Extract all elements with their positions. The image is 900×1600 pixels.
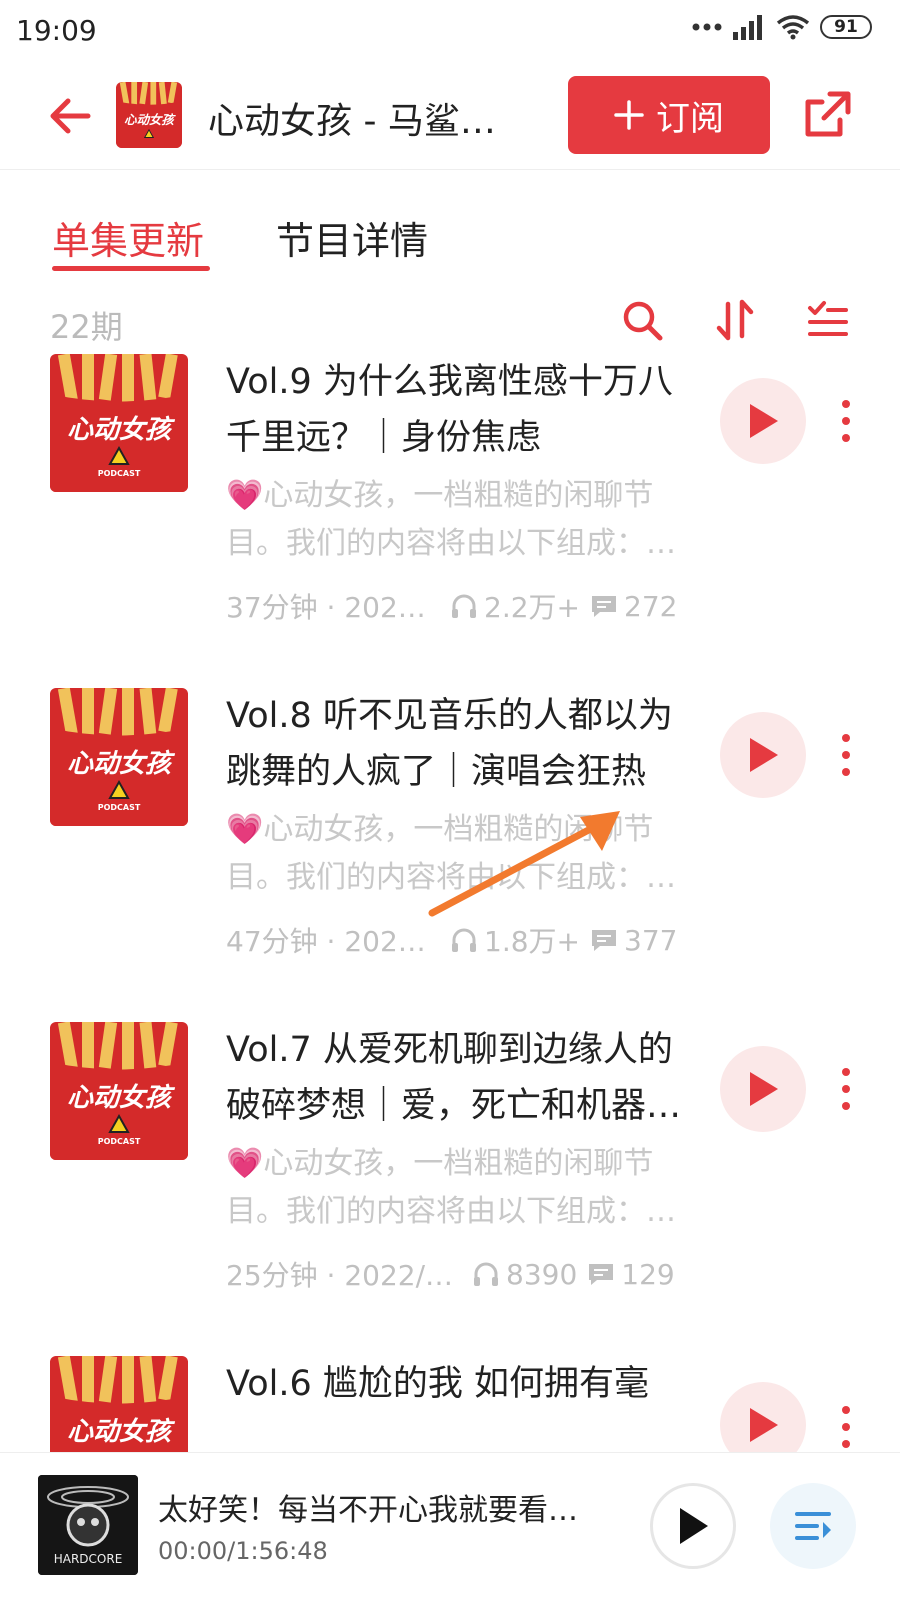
checklist-icon <box>808 301 848 336</box>
episode-description: 💗心动女孩，一档粗糙的闲聊节目。我们的内容将由以下组成：… <box>226 812 676 895</box>
episode-item[interactable]: 心动女孩 PODCAST Vol.9 为什么我离性感十万八千里远？｜身份焦虑 💗… <box>0 354 900 694</box>
subscribe-button[interactable]: 订阅 <box>568 76 770 154</box>
sort-icon <box>716 299 754 341</box>
more-dots-icon <box>692 23 722 31</box>
tab-details[interactable]: 节目详情 <box>276 210 428 265</box>
search-icon <box>623 301 663 341</box>
episode-duration: 47分钟 · 2022… <box>226 925 438 958</box>
svg-text:PODCAST: PODCAST <box>98 469 141 478</box>
plus-icon <box>614 100 644 130</box>
batch-select-button[interactable] <box>806 298 850 342</box>
podcast-episodes-page: 19:09 91 心动女孩 心动女孩 - 马鲨… 订阅 单集更新 节目详情 22… <box>0 0 900 1600</box>
episode-cover: 心动女孩 PODCAST <box>50 1022 188 1160</box>
signal-icon <box>733 15 762 40</box>
episode-item[interactable]: 心动女孩 PODCAST Vol.7 从爱死机聊到边缘人的破碎梦想｜爱，死亡和机… <box>0 1022 900 1362</box>
subscribe-label: 订阅 <box>656 98 724 139</box>
active-tab-indicator <box>52 266 210 271</box>
status-time: 19:09 <box>16 14 97 47</box>
svg-text:心动女孩: 心动女孩 <box>67 1083 176 1113</box>
svg-text:HARDCORE: HARDCORE <box>54 1552 123 1566</box>
play-icon <box>750 404 778 438</box>
headphones-icon <box>452 594 476 618</box>
svg-text:心动女孩: 心动女孩 <box>67 749 176 779</box>
episode-meta: 25分钟 · 2022/… 8390 129 <box>226 1252 696 1296</box>
sort-button[interactable] <box>714 298 758 342</box>
svg-text:心动女孩: 心动女孩 <box>124 112 176 127</box>
play-icon <box>750 1072 778 1106</box>
episode-play-button[interactable] <box>720 378 806 464</box>
episode-more-button[interactable] <box>836 1066 856 1112</box>
episode-more-button[interactable] <box>836 398 856 444</box>
svg-text:PODCAST: PODCAST <box>98 1137 141 1146</box>
comment-icon <box>592 596 616 617</box>
episode-comments: 272 <box>590 590 677 623</box>
now-playing-title[interactable]: 太好笑！每当不开心我就要看… <box>158 1485 598 1529</box>
mini-player[interactable]: HARDCORE 太好笑！每当不开心我就要看… 00:00/1:56:48 <box>0 1452 900 1600</box>
podcast-title: 心动女孩 - 马鲨… <box>208 101 496 142</box>
episode-more-button[interactable] <box>836 732 856 778</box>
episode-title[interactable]: Vol.6 尴尬的我 如何拥有毫 <box>226 1356 696 1412</box>
headphones-icon <box>452 928 476 952</box>
share-button[interactable] <box>800 88 854 142</box>
episode-comments: 377 <box>590 924 677 957</box>
episode-plays: 8390 <box>472 1258 577 1291</box>
episode-description: 💗心动女孩，一档粗糙的闲聊节目。我们的内容将由以下组成：… <box>226 1146 676 1229</box>
episode-title[interactable]: Vol.8 听不见音乐的人都以为跳舞的人疯了｜演唱会狂热 <box>226 688 696 800</box>
episode-description: 💗心动女孩，一档粗糙的闲聊节目。我们的内容将由以下组成：… <box>226 478 676 561</box>
episode-meta: 37分钟 · 2022… 2.2万+ 272 <box>226 584 696 628</box>
battery-indicator: 91 <box>820 15 872 39</box>
mini-player-play-button[interactable] <box>650 1483 736 1569</box>
episode-cover: 心动女孩 PODCAST <box>50 354 188 492</box>
episode-meta: 47分钟 · 2022… 1.8万+ 377 <box>226 918 696 962</box>
more-vertical-icon <box>842 1068 850 1110</box>
episode-duration: 37分钟 · 2022… <box>226 591 438 624</box>
more-vertical-icon <box>842 734 850 776</box>
episode-plays: 2.2万+ <box>450 586 580 626</box>
svg-text:心动女孩: 心动女孩 <box>67 415 176 445</box>
svg-text:心动女孩: 心动女孩 <box>67 1417 176 1447</box>
episode-comments: 129 <box>587 1258 675 1291</box>
play-icon <box>680 1508 708 1544</box>
episode-item[interactable]: 心动女孩 Vol.6 尴尬的我 如何拥有毫 <box>0 1356 900 1452</box>
back-button[interactable] <box>44 90 96 142</box>
episode-title[interactable]: Vol.7 从爱死机聊到边缘人的破碎梦想｜爱，死亡和机器… <box>226 1022 696 1134</box>
share-icon <box>805 91 851 137</box>
episode-cover: 心动女孩 <box>50 1356 188 1452</box>
episode-duration: 25分钟 · 2022/… <box>226 1259 454 1292</box>
episode-plays: 1.8万+ <box>450 920 580 960</box>
wifi-icon <box>776 15 810 40</box>
more-vertical-icon <box>842 1406 850 1448</box>
comment-icon <box>592 930 616 951</box>
podcast-cover-thumb: 心动女孩 <box>116 82 182 148</box>
comment-icon <box>589 1264 614 1285</box>
episode-play-button[interactable] <box>720 1382 806 1452</box>
top-header: 心动女孩 心动女孩 - 马鲨… 订阅 <box>0 68 900 170</box>
arrow-left-icon <box>50 98 91 134</box>
playlist-icon <box>795 1512 831 1540</box>
now-playing-time: 00:00/1:56:48 <box>158 1537 328 1565</box>
playlist-button[interactable] <box>770 1483 856 1569</box>
status-icons: 91 <box>692 14 872 40</box>
episode-play-button[interactable] <box>720 1046 806 1132</box>
more-vertical-icon <box>842 400 850 442</box>
play-icon <box>750 1408 778 1442</box>
headphones-icon <box>474 1262 498 1286</box>
episode-count: 22期 <box>50 308 123 346</box>
now-playing-cover: HARDCORE <box>38 1475 138 1575</box>
episode-item[interactable]: 心动女孩 PODCAST Vol.8 听不见音乐的人都以为跳舞的人疯了｜演唱会狂… <box>0 688 900 1028</box>
episode-more-button[interactable] <box>836 1404 856 1450</box>
play-icon <box>750 738 778 772</box>
episode-cover: 心动女孩 PODCAST <box>50 688 188 826</box>
tab-episodes[interactable]: 单集更新 <box>52 210 204 265</box>
status-bar: 19:09 91 <box>0 0 900 62</box>
search-button[interactable] <box>620 298 664 342</box>
svg-text:PODCAST: PODCAST <box>98 803 141 812</box>
episode-title[interactable]: Vol.9 为什么我离性感十万八千里远？｜身份焦虑 <box>226 354 696 466</box>
episode-play-button[interactable] <box>720 712 806 798</box>
